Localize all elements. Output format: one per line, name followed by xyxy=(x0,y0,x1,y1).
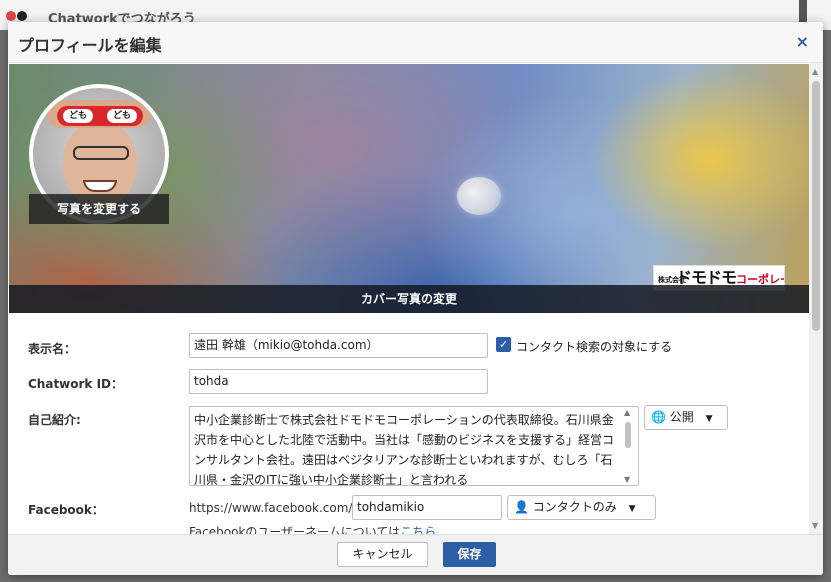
change-cover-button[interactable]: カバー写真の変更 xyxy=(9,285,809,313)
chevron-down-icon: ▼ xyxy=(705,414,713,424)
self-intro-label: 自己紹介: xyxy=(28,413,81,427)
dialog-header: プロフィールを編集 × xyxy=(8,22,823,63)
globe-icon: 🌐 xyxy=(651,410,666,424)
self-intro-scrollbar[interactable]: ▲ ▼ xyxy=(620,408,636,484)
contact-search-label: コンタクト検索の対象にする xyxy=(516,340,673,354)
cancel-button[interactable]: キャンセル xyxy=(337,542,428,567)
chatwork-id-input[interactable]: tohda xyxy=(189,369,488,394)
moon-image xyxy=(457,177,501,215)
save-button[interactable]: 保存 xyxy=(443,542,496,567)
display-name-label: 表示名： xyxy=(28,342,77,356)
facebook-label: Facebook： xyxy=(28,503,104,517)
edit-profile-dialog: プロフィールを編集 × ども ども 写真を変更する 株式会社ドモドモコーポレ カ… xyxy=(8,22,823,575)
facebook-help-link[interactable]: こちら xyxy=(400,525,436,534)
facebook-help-text: Facebookのユーザーネームについてはこちら xyxy=(189,523,436,534)
dialog-footer: キャンセル 保存 xyxy=(8,534,823,575)
contact-search-checkbox[interactable]: ✓ xyxy=(496,337,511,352)
facebook-username-input[interactable]: tohdamikio xyxy=(352,495,502,520)
self-intro-visibility-select[interactable]: 🌐 公開 ▼ xyxy=(644,405,728,430)
dialog-body: ども ども 写真を変更する 株式会社ドモドモコーポレーション カバー写真の変更 … xyxy=(8,63,823,534)
cover-photo: ども ども 写真を変更する 株式会社ドモドモコーポレーション カバー写真の変更 xyxy=(9,64,809,313)
person-icon: 👤 xyxy=(514,500,529,514)
dialog-title: プロフィールを編集 xyxy=(18,36,162,55)
facebook-visibility-select[interactable]: 👤 コンタクトのみ ▼ xyxy=(507,495,656,520)
facebook-url-prefix: https://www.facebook.com/ xyxy=(189,501,353,515)
self-intro-textarea[interactable]: 中小企業診断士で株式会社ドモドモコーポレーションの代表取締役。石川県金沢市を中心… xyxy=(189,406,639,486)
avatar-red-glasses: ども ども xyxy=(57,106,143,126)
dialog-scrollbar[interactable]: ▲ ▼ xyxy=(809,63,823,534)
close-icon[interactable]: × xyxy=(796,32,809,51)
change-photo-button[interactable]: 写真を変更する xyxy=(29,194,169,224)
display-name-input[interactable]: 遠田 幹雄（mikio@tohda.com） xyxy=(189,333,488,358)
chatwork-id-label: Chatwork ID： xyxy=(28,377,124,391)
chevron-down-icon: ▼ xyxy=(628,504,636,514)
